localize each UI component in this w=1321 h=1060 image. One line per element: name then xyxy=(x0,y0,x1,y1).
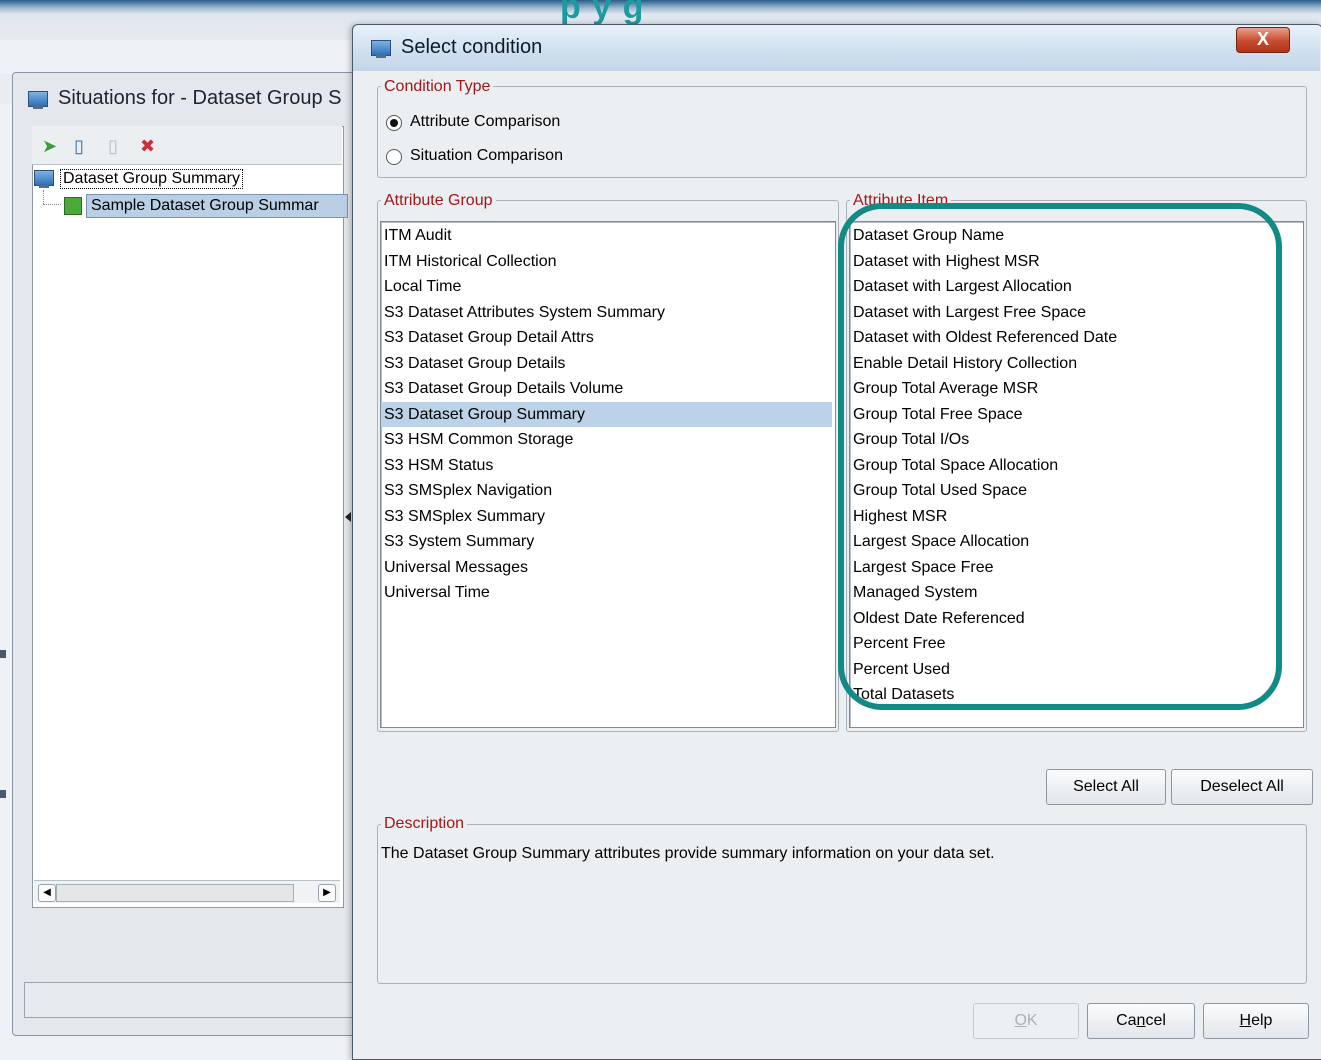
background-mark xyxy=(0,790,6,798)
new-document-icon[interactable]: ▯ xyxy=(74,136,84,157)
list-item[interactable]: S3 HSM Common Storage xyxy=(381,427,832,452)
delete-icon[interactable]: ✖ xyxy=(140,136,155,157)
situations-window-title: Situations for - Dataset Group S xyxy=(58,87,342,109)
scroll-left-icon[interactable]: ◀ xyxy=(38,884,56,902)
situation-comparison-label[interactable]: Situation Comparison xyxy=(410,147,563,165)
condition-type-legend: Condition Type xyxy=(381,78,494,96)
list-item[interactable]: S3 Dataset Group Details xyxy=(381,351,832,376)
list-item[interactable]: ITM Historical Collection xyxy=(381,249,832,274)
list-item[interactable]: S3 SMSplex Navigation xyxy=(381,478,832,503)
list-item[interactable]: Local Time xyxy=(381,274,832,299)
scroll-thumb[interactable] xyxy=(56,884,294,902)
list-item[interactable]: S3 Dataset Group Details Volume xyxy=(381,376,832,401)
situation-comparison-radio[interactable] xyxy=(386,149,402,165)
list-item[interactable]: S3 System Summary xyxy=(381,529,832,554)
list-item[interactable]: Universal Time xyxy=(381,580,832,605)
attribute-group-list[interactable]: ITM Audit ITM Historical Collection Local … xyxy=(380,221,836,728)
ok-label-rest: K xyxy=(1026,1012,1038,1029)
description-legend: Description xyxy=(381,815,468,833)
list-item[interactable]: ITM Audit xyxy=(381,223,832,248)
tree-connector xyxy=(43,190,44,204)
help-mnemonic: H xyxy=(1239,1012,1252,1029)
situations-window-titlebar: Situations for - Dataset Group S xyxy=(12,83,362,119)
description-text: The Dataset Group Summary attributes pro… xyxy=(381,845,995,862)
new-situation-icon[interactable]: ➤ xyxy=(42,136,57,157)
dialog-monitor-icon xyxy=(371,40,391,58)
attribute-comparison-radio[interactable] xyxy=(386,115,402,131)
cancel-label-pre: Ca xyxy=(1116,1012,1137,1029)
banner-title-fragment: p y g xyxy=(560,0,645,26)
ok-mnemonic: O xyxy=(1014,1012,1027,1029)
deselect-all-button[interactable]: Deselect All xyxy=(1171,769,1313,805)
situations-tree-panel xyxy=(32,126,344,908)
list-item[interactable]: S3 Dataset Group Detail Attrs xyxy=(381,325,832,350)
scroll-right-icon[interactable]: ▶ xyxy=(318,884,336,902)
list-item[interactable]: S3 Dataset Group Summary xyxy=(381,401,832,427)
list-item[interactable]: Universal Messages xyxy=(381,555,832,580)
list-item[interactable]: S3 SMSplex Summary xyxy=(381,504,832,529)
list-item[interactable]: S3 HSM Status xyxy=(381,453,832,478)
ok-button[interactable]: OK xyxy=(973,1003,1079,1039)
horizontal-scrollbar[interactable]: ◀ ▶ xyxy=(34,880,340,903)
select-all-button[interactable]: Select All xyxy=(1046,769,1166,805)
attribute-group-legend: Attribute Group xyxy=(381,192,496,210)
close-button[interactable]: X xyxy=(1236,27,1290,53)
attribute-comparison-label[interactable]: Attribute Comparison xyxy=(410,113,560,131)
background-mark xyxy=(0,650,6,658)
situation-icon xyxy=(64,197,82,215)
tree-child-item[interactable]: Sample Dataset Group Summar xyxy=(86,194,348,218)
collapse-arrow-icon[interactable] xyxy=(345,512,351,522)
tree-connector xyxy=(43,204,61,205)
situations-status-bar xyxy=(24,982,366,1018)
list-item[interactable]: S3 Dataset Attributes System Summary xyxy=(381,300,832,325)
help-label-rest: elp xyxy=(1251,1012,1273,1029)
copy-icon[interactable]: ▯ xyxy=(108,136,118,157)
tree-root-icon xyxy=(34,170,54,188)
cancel-label-rest: cel xyxy=(1145,1012,1166,1029)
monitor-icon xyxy=(28,91,48,109)
cancel-button[interactable]: Cancel xyxy=(1087,1003,1195,1039)
highlight-annotation xyxy=(838,203,1282,710)
tree-root-item[interactable]: Dataset Group Summary xyxy=(60,169,243,189)
help-button[interactable]: Help xyxy=(1203,1003,1309,1039)
dialog-title: Select condition xyxy=(401,36,543,58)
